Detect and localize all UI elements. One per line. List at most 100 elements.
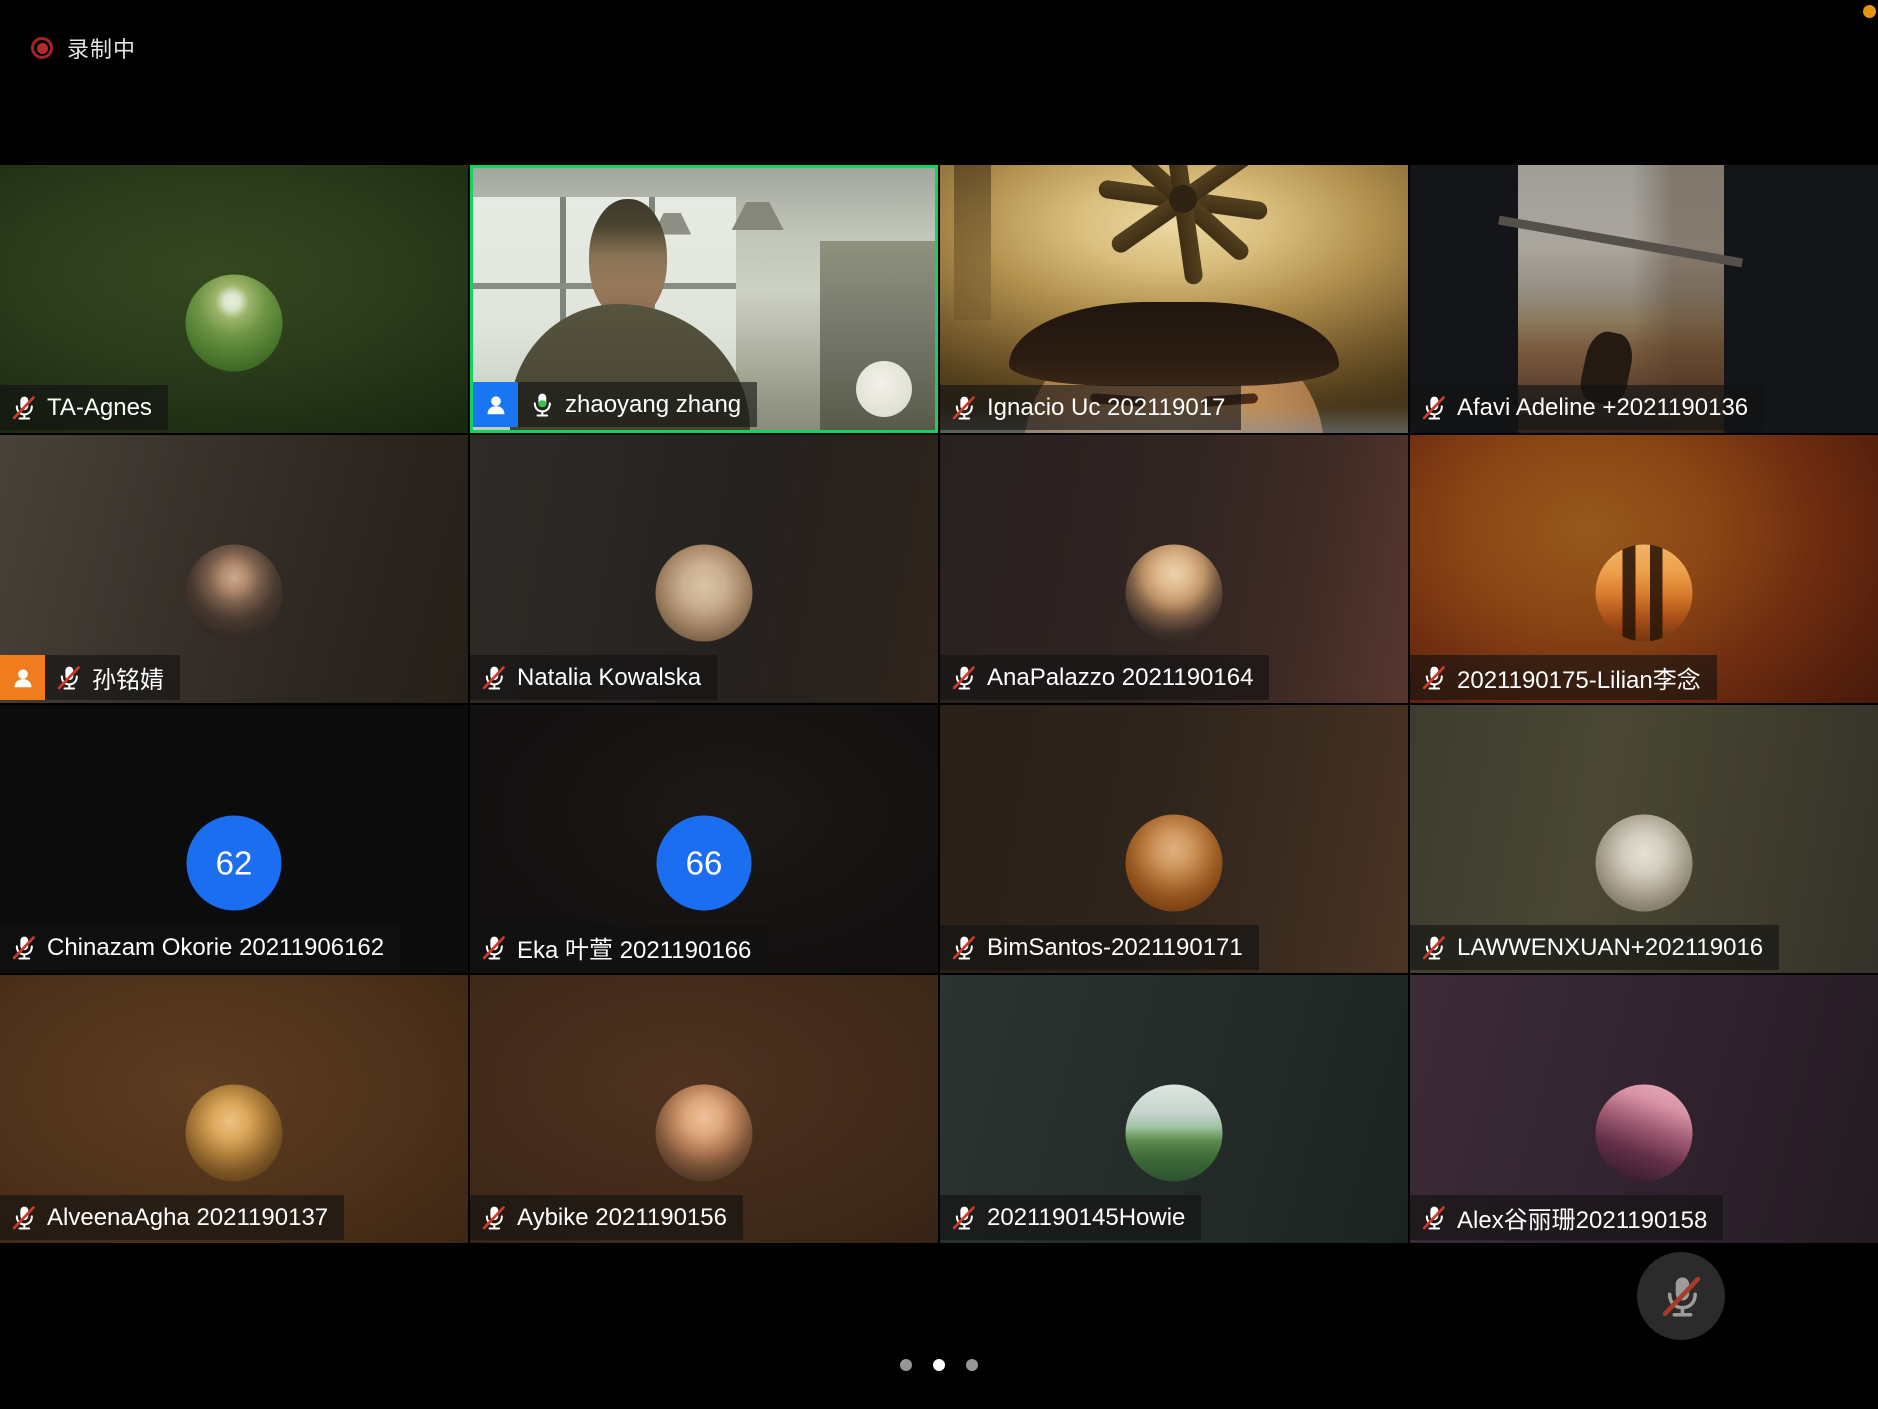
avatar [1126, 815, 1223, 912]
participant-name: TA-Agnes [47, 394, 152, 422]
person-hair [1009, 302, 1339, 386]
participant-label: LAWWENXUAN+202119016 [1410, 925, 1779, 970]
room-wall [820, 241, 936, 430]
video-tile-howie[interactable]: 2021190145Howie [940, 975, 1408, 1243]
mic-muted-icon [950, 394, 977, 421]
person-body [510, 304, 750, 433]
mic-muted-icon [10, 1204, 37, 1231]
video-tile-bimsantos[interactable]: BimSantos-2021190171 [940, 705, 1408, 973]
participant-label: Ignacio Uc 202119017 [940, 385, 1241, 430]
participant-number-avatar: 66 [657, 816, 752, 911]
participant-label: BimSantos-2021190171 [940, 925, 1259, 970]
participant-grid: TA-Agnes zhaoyang zhang [0, 165, 1878, 1243]
mic-muted-icon [1420, 394, 1447, 421]
avatar [656, 545, 753, 642]
video-tile-zhaoyang-zhang[interactable]: zhaoyang zhang [470, 165, 938, 433]
avatar [1596, 1085, 1693, 1182]
participant-name: AnaPalazzo 2021190164 [987, 664, 1253, 692]
mic-muted-icon [1420, 664, 1447, 691]
recording-indicator: 录制中 [31, 32, 136, 64]
video-tile-natalia-kowalska[interactable]: Natalia Kowalska [470, 435, 938, 703]
participant-label: 2021190175-Lilian李念 [1410, 655, 1717, 700]
participant-name: Chinazam Okorie 20211906162 [47, 934, 384, 962]
participant-name: Natalia Kowalska [517, 664, 701, 692]
participant-name: Alex谷丽珊2021190158 [1457, 1200, 1707, 1235]
video-tile-alex[interactable]: Alex谷丽珊2021190158 [1410, 975, 1878, 1243]
bottom-bar [0, 1243, 1878, 1409]
participant-label: Alex谷丽珊2021190158 [1410, 1195, 1723, 1240]
video-tile-ta-agnes[interactable]: TA-Agnes [0, 165, 468, 433]
participant-label: AlveenaAgha 2021190137 [0, 1195, 344, 1240]
participant-name: 2021190175-Lilian李念 [1457, 660, 1701, 695]
pagination-dot-3[interactable] [966, 1359, 978, 1371]
door-frame [954, 165, 991, 320]
mic-muted-icon [480, 1204, 507, 1231]
mic-muted-icon [1658, 1273, 1704, 1319]
video-tile-anapalazzo[interactable]: AnaPalazzo 2021190164 [940, 435, 1408, 703]
avatar [656, 1085, 753, 1182]
participant-name: Afavi Adeline +2021190136 [1457, 394, 1748, 422]
avatar [1126, 1085, 1223, 1182]
video-tile-sun-mingjing[interactable]: 孙铭婧 [0, 435, 468, 703]
participant-label: 2021190145Howie [940, 1195, 1201, 1240]
participant-name: Aybike 2021190156 [517, 1204, 727, 1232]
video-tile-chinazam-okorie[interactable]: 62 Chinazam Okorie 20211906162 [0, 705, 468, 973]
mic-muted-icon [950, 934, 977, 961]
participant-name: LAWWENXUAN+202119016 [1457, 934, 1763, 962]
avatar [186, 1085, 283, 1182]
participant-name: 2021190145Howie [987, 1204, 1185, 1232]
person-face [1024, 318, 1324, 433]
participant-label: Aybike 2021190156 [470, 1195, 743, 1240]
avatar [186, 275, 283, 372]
person-head [589, 199, 668, 320]
pendant-lamp-icon [732, 202, 784, 230]
participant-number-avatar: 62 [187, 816, 282, 911]
video-tile-alveenaagha[interactable]: AlveenaAgha 2021190137 [0, 975, 468, 1243]
recording-label: 录制中 [67, 32, 136, 64]
top-bar: 录制中 [0, 0, 1878, 165]
participant-label: Chinazam Okorie 20211906162 [0, 925, 400, 970]
mic-muted-icon [1420, 934, 1447, 961]
pagination-dots [900, 1359, 978, 1371]
mic-muted-icon [55, 664, 82, 691]
participant-name: zhaoyang zhang [565, 391, 741, 419]
participant-label: TA-Agnes [0, 385, 168, 430]
participant-name: 孙铭婧 [92, 660, 164, 695]
mic-muted-icon [480, 664, 507, 691]
host-badge-icon [473, 382, 518, 427]
avatar [186, 545, 283, 642]
video-tile-lawwenxuan[interactable]: LAWWENXUAN+202119016 [1410, 705, 1878, 973]
avatar [1596, 815, 1693, 912]
video-tile-eka[interactable]: 66 Eka 叶萱 2021190166 [470, 705, 938, 973]
mic-muted-icon [950, 1204, 977, 1231]
person-shirt [940, 406, 1408, 433]
avatar [1596, 545, 1693, 642]
pagination-dot-2-active[interactable] [933, 1359, 945, 1371]
participant-name: Ignacio Uc 202119017 [987, 394, 1225, 422]
participant-label: Eka 叶萱 2021190166 [470, 925, 767, 970]
mic-muted-button[interactable] [1637, 1252, 1725, 1340]
mic-muted-icon [1420, 1204, 1447, 1231]
mic-active-icon [528, 391, 555, 418]
participant-name: Eka 叶萱 2021190166 [517, 930, 751, 965]
participant-name: BimSantos-2021190171 [987, 934, 1243, 962]
participant-name: AlveenaAgha 2021190137 [47, 1204, 328, 1232]
video-scene [1518, 165, 1724, 433]
video-tile-afavi-adeline[interactable]: Afavi Adeline +2021190136 [1410, 165, 1878, 433]
mic-muted-icon [480, 934, 507, 961]
video-tile-lilian[interactable]: 2021190175-Lilian李念 [1410, 435, 1878, 703]
video-tile-aybike[interactable]: Aybike 2021190156 [470, 975, 938, 1243]
mic-muted-icon [10, 934, 37, 961]
pagination-dot-1[interactable] [900, 1359, 912, 1371]
participant-label: 孙铭婧 [45, 655, 180, 700]
window [473, 197, 736, 430]
avatar [1126, 545, 1223, 642]
notification-dot [1863, 5, 1876, 18]
pendant-lamp-icon [653, 213, 691, 235]
mic-muted-icon [950, 664, 977, 691]
table-lamp [856, 361, 912, 417]
video-tile-ignacio-uc[interactable]: Ignacio Uc 202119017 [940, 165, 1408, 433]
video-scene [473, 168, 935, 430]
participant-label: Natalia Kowalska [470, 655, 717, 700]
guest-badge-icon [0, 655, 45, 700]
